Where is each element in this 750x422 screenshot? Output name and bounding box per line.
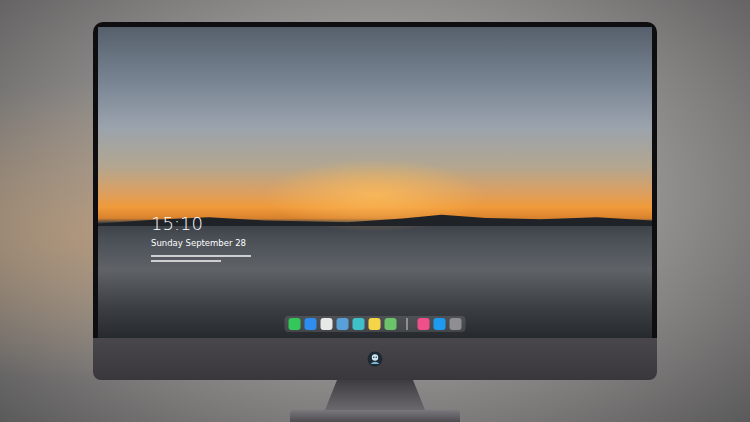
brand-logo-icon bbox=[367, 351, 383, 367]
dock-separator bbox=[407, 318, 408, 330]
clock-date: Sunday September 28 bbox=[151, 238, 251, 249]
dock-app-icon[interactable] bbox=[321, 318, 333, 330]
notification-lines bbox=[151, 255, 251, 262]
monitor-stand-neck bbox=[325, 380, 425, 410]
monitor-bezel: 15:10 Sunday September 28 bbox=[93, 22, 657, 338]
wallpaper-photo bbox=[98, 27, 652, 338]
dock-app-icon[interactable] bbox=[353, 318, 365, 330]
dock bbox=[285, 316, 466, 332]
dock-app-icon[interactable] bbox=[418, 318, 430, 330]
dock-app-icon[interactable] bbox=[385, 318, 397, 330]
monitor-chin bbox=[93, 338, 657, 380]
monitor: 15:10 Sunday September 28 bbox=[93, 22, 657, 380]
dock-app-icon[interactable] bbox=[434, 318, 446, 330]
dock-app-icon[interactable] bbox=[305, 318, 317, 330]
dock-app-icon[interactable] bbox=[369, 318, 381, 330]
lock-clock: 15:10 Sunday September 28 bbox=[151, 213, 251, 262]
desktop-mockup: 15:10 Sunday September 28 bbox=[0, 0, 750, 422]
lock-screen[interactable]: 15:10 Sunday September 28 bbox=[98, 27, 652, 338]
monitor-stand-foot bbox=[290, 410, 460, 422]
clock-time: 15:10 bbox=[151, 213, 251, 235]
dock-app-icon[interactable] bbox=[337, 318, 349, 330]
dock-app-icon[interactable] bbox=[450, 318, 462, 330]
dock-app-icon[interactable] bbox=[289, 318, 301, 330]
